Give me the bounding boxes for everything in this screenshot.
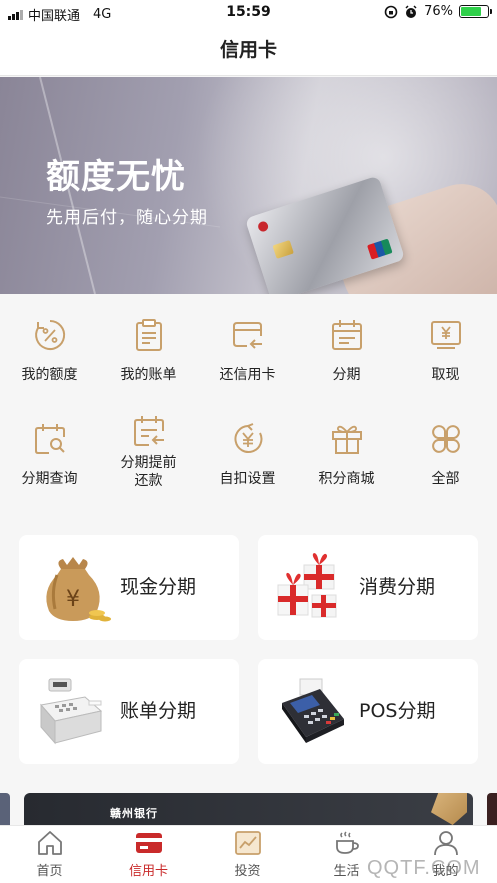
menu-item-label: 分期查询 xyxy=(21,471,78,487)
watermark: QQTF.COM xyxy=(367,857,481,879)
svg-text:¥: ¥ xyxy=(66,587,80,612)
banner-subtitle: 先用后付，随心分期 xyxy=(46,208,208,228)
menu-item-label: 自扣设置 xyxy=(219,471,276,487)
menu-item-my-bill[interactable]: 我的账单 xyxy=(99,318,198,384)
menu-item-early-repay[interactable]: 分期提前 还款 xyxy=(99,414,198,490)
ad-bank-logo: 赣州银行 xyxy=(110,807,158,820)
battery-percent: 76% xyxy=(424,4,453,19)
tab-home[interactable]: 首页 xyxy=(0,830,99,879)
menu-item-my-limit[interactable]: 我的额度 xyxy=(0,318,99,384)
ad-banner[interactable]: 赣州银行 xyxy=(24,793,473,825)
status-bar: 中国联通 4G 15:59 76% xyxy=(0,0,497,26)
card-return-icon xyxy=(232,322,262,349)
atm-yuan-icon xyxy=(430,321,461,349)
alarm-icon xyxy=(405,4,417,18)
clipboard-icon xyxy=(135,319,162,351)
tile-label: 账单分期 xyxy=(120,700,197,722)
tab-credit-card[interactable]: 信用卡 xyxy=(99,830,198,879)
tile-pos-installment[interactable]: POS分期 xyxy=(258,659,478,764)
page-title: 信用卡 xyxy=(0,26,497,76)
ad-carousel-prev-peek xyxy=(0,793,10,825)
tile-label: 消费分期 xyxy=(359,576,436,598)
yuan-cycle-icon xyxy=(233,423,262,453)
menu-item-label: 积分商城 xyxy=(318,471,375,487)
pos-terminal-icon xyxy=(282,678,344,743)
tile-consumer-installment[interactable]: 消费分期 xyxy=(258,535,478,640)
tab-label: 投资 xyxy=(234,864,261,879)
menu-item-all[interactable]: 全部 xyxy=(396,422,495,488)
menu-item-repay-card[interactable]: 还信用卡 xyxy=(198,318,297,384)
gift-icon xyxy=(331,425,362,454)
menu-item-label: 取现 xyxy=(431,367,460,383)
menu-item-auto-debit[interactable]: 自扣设置 xyxy=(198,422,297,488)
tile-label: 现金分期 xyxy=(120,576,197,598)
function-grid: 我的额度 我的账单 还信用卡 分期 取现 分期查询 分期提前 还款 自扣设置 积… xyxy=(0,294,497,534)
banner-title: 额度无忧 xyxy=(46,157,186,197)
menu-item-label: 还信用卡 xyxy=(219,367,276,383)
grid-all-icon xyxy=(431,425,460,453)
menu-item-installment[interactable]: 分期 xyxy=(297,318,396,384)
menu-item-label: 我的账单 xyxy=(120,367,177,383)
tab-invest[interactable]: 投资 xyxy=(198,830,297,879)
status-right: 76% xyxy=(384,4,492,19)
percent-circle-icon xyxy=(34,319,65,350)
tab-label: 首页 xyxy=(36,864,63,879)
ribbon-icon xyxy=(431,793,467,825)
battery-icon xyxy=(459,5,492,18)
home-icon xyxy=(37,831,62,855)
menu-item-label: 分期 xyxy=(332,367,361,383)
calendar-return-icon xyxy=(133,416,164,446)
calendar-search-icon xyxy=(34,424,65,454)
rotation-lock-icon xyxy=(384,5,398,18)
menu-item-installment-query[interactable]: 分期查询 xyxy=(0,422,99,488)
coffee-icon xyxy=(335,831,359,854)
chart-icon xyxy=(234,831,261,855)
tile-label: POS分期 xyxy=(359,700,436,722)
bank-logo-icon xyxy=(256,220,270,233)
unionpay-icon xyxy=(367,238,393,260)
tile-bill-installment[interactable]: 账单分期 xyxy=(19,659,239,764)
ad-carousel[interactable]: 赣州银行 xyxy=(0,793,497,825)
menu-item-label: 我的额度 xyxy=(21,367,78,383)
menu-item-label: 全部 xyxy=(431,471,460,487)
menu-item-cash-withdraw[interactable]: 取现 xyxy=(396,318,495,384)
menu-item-label: 分期提前 还款 xyxy=(120,455,177,489)
card-chip-icon xyxy=(272,239,294,259)
menu-item-points-mall[interactable]: 积分商城 xyxy=(297,422,396,488)
money-bag-icon: ¥ xyxy=(46,557,111,622)
calendar-icon xyxy=(331,320,362,350)
user-icon xyxy=(433,831,458,856)
ad-carousel-next-peek xyxy=(487,793,497,825)
credit-card-icon xyxy=(135,833,162,853)
promo-banner[interactable]: 额度无忧 先用后付，随心分期 xyxy=(0,77,497,294)
cash-register-icon xyxy=(40,678,103,745)
tile-cash-installment[interactable]: ¥ 现金分期 xyxy=(19,535,239,640)
gift-boxes-icon xyxy=(277,553,337,618)
tab-label: 信用卡 xyxy=(128,864,168,879)
